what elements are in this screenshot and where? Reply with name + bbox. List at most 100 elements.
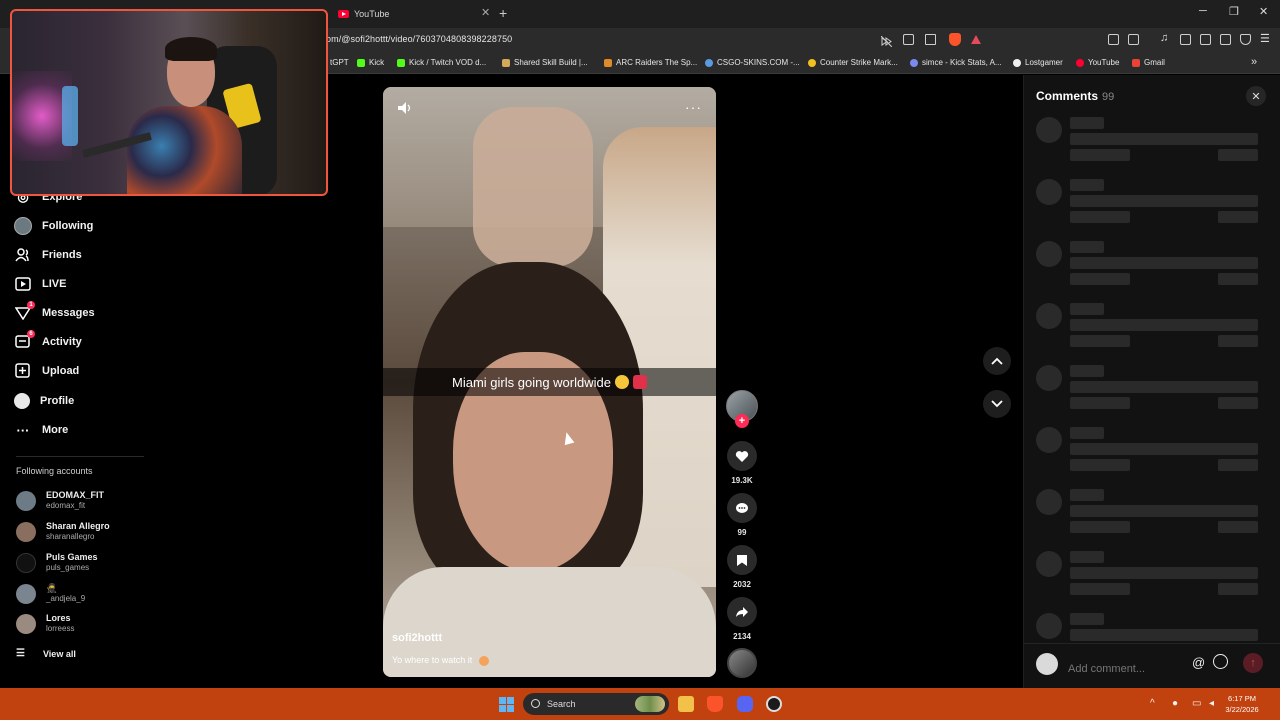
skeleton-line <box>1070 365 1104 377</box>
sidebar-item-messages[interactable]: 1 Messages <box>14 301 95 324</box>
music-disc[interactable] <box>727 648 757 678</box>
tab-youtube[interactable]: YouTube <box>338 4 389 24</box>
previous-video-button[interactable] <box>983 347 1011 375</box>
system-clock[interactable]: 6:17 PM 3/22/2026 <box>1222 693 1262 715</box>
sidebar-item-upload[interactable]: Upload <box>14 360 79 382</box>
sidebar-item-profile[interactable]: Profile <box>14 390 74 412</box>
next-video-button[interactable] <box>983 390 1011 418</box>
skeleton-line <box>1218 211 1258 223</box>
skeleton-line <box>1070 319 1258 331</box>
avatar <box>16 553 36 573</box>
sidebar-toggle-icon[interactable] <box>1180 34 1191 45</box>
following-account[interactable]: Puls Games puls_games <box>16 550 156 576</box>
view-all-link[interactable]: ☰ View all <box>16 648 76 659</box>
bookmark-favicon-icon <box>1013 58 1021 67</box>
following-account[interactable]: 🥷 _andjela_9 <box>16 581 156 607</box>
vpn-shield-icon[interactable] <box>1240 34 1251 45</box>
bookmark-arc-raiders[interactable]: ARC Raiders The Sp... <box>604 58 697 67</box>
video-author[interactable]: sofi2hottt <box>392 632 442 644</box>
close-tab-icon[interactable]: ✕ <box>481 6 490 19</box>
skeleton-avatar <box>1036 365 1062 391</box>
leo-icon[interactable] <box>1220 34 1231 45</box>
bookmark-simce[interactable]: simce - Kick Stats, A... <box>910 58 1002 67</box>
tray-overflow-icon[interactable]: ^ <box>1150 698 1155 709</box>
save-button[interactable] <box>727 545 757 575</box>
screenshot-icon[interactable] <box>1128 34 1139 45</box>
windows-start-icon[interactable] <box>499 697 514 712</box>
cast-icon[interactable] <box>903 34 914 45</box>
skeleton-line <box>1070 241 1104 253</box>
profile-icon <box>14 393 30 409</box>
restore-button[interactable]: ❐ <box>1229 5 1239 18</box>
media-icon[interactable]: ♫ <box>1160 32 1171 44</box>
like-count: 19.3K <box>731 476 753 485</box>
bookmarks-overflow-icon[interactable]: » <box>1251 56 1257 68</box>
share-button[interactable] <box>727 597 757 627</box>
skeleton-line <box>1070 551 1104 563</box>
avatar <box>16 491 36 511</box>
following-account[interactable]: Lores lorreess <box>16 611 156 637</box>
gmail-icon <box>1132 58 1140 67</box>
minimize-button[interactable]: ─ <box>1199 5 1207 17</box>
no-media-icon[interactable] <box>880 34 893 48</box>
emoji-icon[interactable] <box>1213 654 1228 669</box>
sidebar-item-following[interactable]: Following <box>14 215 93 237</box>
sidebar-item-more[interactable]: ··· More <box>14 419 69 441</box>
skeleton-line <box>1070 117 1104 129</box>
display-icon[interactable]: ▭ <box>1192 698 1201 709</box>
taskbar-search-box[interactable]: Search <box>523 693 669 715</box>
microphone-icon[interactable]: ● <box>1172 698 1178 709</box>
volume-tray-icon[interactable]: ◂ <box>1209 698 1214 709</box>
send-comment-button[interactable]: ↑ <box>1243 653 1263 673</box>
bookmark-favicon-icon <box>604 58 612 67</box>
volume-icon[interactable] <box>397 101 413 115</box>
chevron-down-icon <box>991 400 1003 408</box>
bookmark-gmail[interactable]: Gmail <box>1132 58 1165 67</box>
sidebar-item-activity[interactable]: 6 Activity <box>14 330 82 353</box>
wallet-icon[interactable] <box>1200 34 1211 45</box>
brave-shields-icon[interactable] <box>949 33 961 46</box>
brave-browser-icon[interactable] <box>707 696 723 712</box>
brave-rewards-icon[interactable] <box>971 35 981 44</box>
video-description: Yo where to watch it <box>392 655 489 666</box>
new-tab-button[interactable]: + <box>499 5 507 21</box>
mention-button[interactable]: @ <box>1192 655 1205 670</box>
skeleton-line <box>1070 149 1130 161</box>
bookmark-csgo-skins[interactable]: CSGO-SKINS.COM -... <box>705 58 800 67</box>
sidebar-item-live[interactable]: LIVE <box>14 273 66 295</box>
share-icon[interactable] <box>925 34 936 45</box>
extensions-icon[interactable] <box>1108 34 1119 45</box>
youtube-icon <box>1076 58 1084 67</box>
file-explorer-icon[interactable] <box>678 696 694 712</box>
bookmark-lostgamer[interactable]: Lostgamer <box>1013 58 1063 67</box>
following-account[interactable]: EDOMAX_FIT edomax_fit <box>16 488 156 514</box>
bookmark-counter-strike-market[interactable]: Counter Strike Mark... <box>808 58 898 67</box>
sidebar-item-label: Following <box>42 220 94 232</box>
sidebar-item-friends[interactable]: Friends <box>14 244 82 266</box>
skeleton-line <box>1070 613 1104 625</box>
bookmark-kick[interactable]: Kick <box>357 58 384 67</box>
like-button[interactable] <box>727 441 757 471</box>
menu-icon[interactable]: ☰ <box>1260 32 1271 45</box>
close-comments-button[interactable]: ✕ <box>1246 86 1266 106</box>
skeleton-avatar <box>1036 489 1062 515</box>
discord-icon[interactable] <box>737 696 753 712</box>
more-options-icon[interactable]: ··· <box>685 99 702 115</box>
url-field[interactable]: om/@sofi2hottt/video/7603704808398228750 <box>326 34 512 44</box>
bookmark-chatgpt[interactable]: tGPT <box>330 58 349 67</box>
following-account[interactable]: Sharan Allegro sharanallegro <box>16 519 156 545</box>
bookmark-youtube[interactable]: YouTube <box>1076 58 1119 67</box>
bookmark-shared-skill-build[interactable]: Shared Skill Build |... <box>502 58 588 67</box>
skeleton-line <box>1070 179 1104 191</box>
close-window-button[interactable]: ✕ <box>1259 5 1268 18</box>
video-player[interactable]: Miami girls going worldwide ··· sofi2hot… <box>383 87 716 677</box>
kick-icon <box>357 58 365 67</box>
share-count: 2134 <box>733 632 751 641</box>
webcam-overlay <box>10 9 328 196</box>
steam-icon[interactable] <box>766 696 782 712</box>
webcam-person-hair <box>165 37 217 61</box>
bookmark-kick-twitch-vod[interactable]: Kick / Twitch VOD d... <box>397 58 486 67</box>
account-username: _andjela_9 <box>46 594 86 603</box>
follow-plus-button[interactable]: + <box>735 414 749 428</box>
comment-button[interactable] <box>727 493 757 523</box>
